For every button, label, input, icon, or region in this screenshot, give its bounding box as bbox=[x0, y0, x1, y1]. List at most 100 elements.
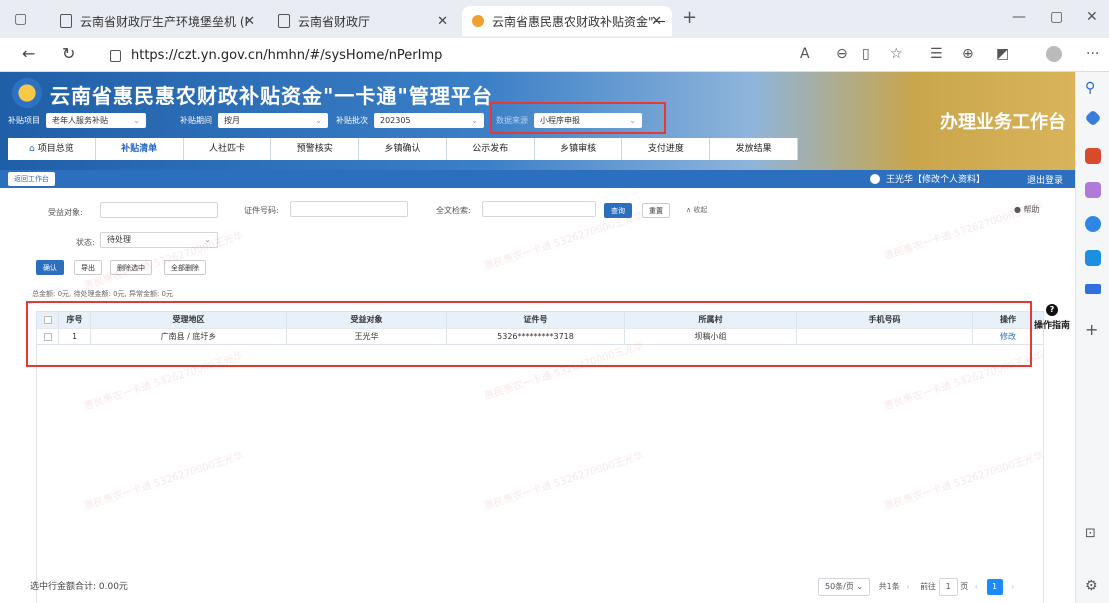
project-filter: 补贴项目 老年人服务补贴 ⌄ bbox=[8, 112, 146, 128]
reset-button[interactable]: 重置 bbox=[642, 203, 670, 218]
app: 云南省惠民惠农财政补贴资金"一卡通"管理平台 办理业务工作台 补贴项目 老年人服… bbox=[0, 72, 1075, 603]
add-icon[interactable]: + bbox=[1085, 320, 1098, 339]
page-input[interactable]: 1 bbox=[938, 578, 958, 596]
outlook-icon[interactable] bbox=[1085, 250, 1101, 266]
id-number-label: 证件号码: bbox=[244, 206, 279, 215]
step-card-match[interactable]: 人社匹卡 bbox=[184, 138, 272, 160]
batch-select[interactable]: 202305 ⌄ bbox=[374, 112, 484, 128]
browser-tab-bar: ▢ 云南省财政厅生产环境堡垒机 (I ✕ 云南省财政厅 ✕ 云南省惠民惠农财政补… bbox=[0, 0, 1109, 38]
goto-label: 前往 bbox=[920, 582, 937, 591]
page-icon bbox=[278, 14, 290, 28]
page-size-value: 50条/页 bbox=[825, 582, 854, 591]
chevron-down-icon: ⌄ bbox=[856, 582, 864, 591]
close-icon[interactable]: ✕ bbox=[244, 14, 255, 29]
period-filter: 补贴期间 按月 ⌄ bbox=[180, 112, 328, 128]
batch-label: 补贴批次 bbox=[336, 115, 368, 125]
chevron-down-icon: ⌄ bbox=[471, 115, 478, 125]
back-icon[interactable]: ← bbox=[22, 44, 35, 63]
question-icon: ? bbox=[1046, 304, 1058, 316]
page-icon bbox=[60, 14, 72, 28]
user-name: 王光华【修改个人资料】 bbox=[886, 175, 986, 185]
close-icon[interactable]: ✕ bbox=[437, 14, 448, 29]
next-page-icon[interactable]: › bbox=[1011, 582, 1014, 591]
workspace-title: 办理业务工作台 bbox=[940, 112, 1066, 133]
status-value: 待处理 bbox=[107, 235, 131, 244]
tag-icon[interactable] bbox=[1084, 109, 1102, 127]
back-to-workspace-button[interactable]: 返回工作台 bbox=[8, 172, 55, 186]
new-tab-icon[interactable]: + bbox=[682, 7, 697, 28]
lock-icon bbox=[110, 50, 121, 62]
more-icon[interactable]: ··· bbox=[1086, 46, 1099, 62]
operation-guide[interactable]: ? 操作指南 bbox=[1034, 304, 1070, 331]
search-icon[interactable]: ⚲ bbox=[1085, 80, 1095, 96]
total-count: 共1条 bbox=[878, 582, 900, 591]
fulltext-input[interactable] bbox=[482, 201, 596, 217]
user-info[interactable]: 王光华【修改个人资料】 bbox=[870, 172, 985, 185]
project-select[interactable]: 老年人服务补贴 ⌄ bbox=[46, 112, 146, 128]
collections-icon[interactable]: ⊕ bbox=[962, 46, 974, 62]
step-subsidy-list[interactable]: 补贴清单 bbox=[96, 138, 184, 160]
zoom-icon[interactable]: ⊖ bbox=[836, 46, 848, 62]
prev-page-icon[interactable]: ‹ bbox=[906, 582, 909, 591]
page-size-select[interactable]: 50条/页 ⌄ bbox=[818, 578, 871, 596]
platform-logo bbox=[12, 78, 42, 108]
prev-icon[interactable]: ‹ bbox=[975, 582, 978, 591]
beneficiary-input[interactable] bbox=[100, 202, 218, 218]
period-select[interactable]: 按月 ⌄ bbox=[218, 112, 328, 128]
url-field[interactable]: https://czt.yn.gov.cn/hmhn/#/sysHome/nPe… bbox=[110, 45, 770, 67]
tab-title: 云南省财政厅 bbox=[298, 14, 371, 29]
collapse-button[interactable]: ∧ 收起 bbox=[680, 203, 714, 218]
step-overview[interactable]: ⌂ 项目总览 bbox=[8, 138, 96, 160]
read-aloud-icon[interactable]: A bbox=[800, 46, 810, 62]
step-payment-progress[interactable]: 支付进度 bbox=[622, 138, 711, 160]
settings-icon[interactable]: ⚙ bbox=[1085, 578, 1098, 594]
fulltext-label: 全文检索: bbox=[436, 206, 471, 215]
batch-value: 202305 bbox=[380, 115, 411, 125]
browser-tab-2[interactable]: 云南省财政厅 ✕ bbox=[268, 6, 458, 36]
project-label: 补贴项目 bbox=[8, 115, 40, 125]
guide-label: 操作指南 bbox=[1034, 321, 1071, 331]
window-close-icon[interactable]: ✕ bbox=[1086, 9, 1098, 25]
amount-summary: 总金额: 0元, 待处理金额: 0元, 异常金额: 0元 bbox=[32, 290, 174, 298]
favorite-icon[interactable]: ☆ bbox=[890, 46, 903, 62]
highlight-box-table bbox=[26, 301, 1032, 367]
favorites-list-icon[interactable]: ☰ bbox=[930, 46, 943, 62]
status-label: 状态: bbox=[76, 238, 95, 247]
beneficiary-label: 受益对象: bbox=[48, 208, 83, 217]
refresh-icon[interactable]: ↻ bbox=[62, 44, 75, 63]
period-label: 补贴期间 bbox=[180, 115, 212, 125]
page-unit: 页 bbox=[960, 582, 969, 591]
step-distribution-result[interactable]: 发放结果 bbox=[710, 138, 799, 160]
chevron-down-icon: ⌄ bbox=[133, 115, 140, 125]
extension-icon[interactable]: ◩ bbox=[996, 46, 1009, 62]
close-icon[interactable]: ✕ bbox=[651, 14, 662, 29]
tab-actions-icon[interactable]: ▢ bbox=[14, 11, 27, 27]
send-icon[interactable] bbox=[1085, 284, 1101, 294]
platform-title: 云南省惠民惠农财政补贴资金"一卡通"管理平台 bbox=[50, 84, 493, 108]
current-page[interactable]: 1 bbox=[986, 579, 1003, 595]
step-township-confirm[interactable]: 乡镇确认 bbox=[359, 138, 447, 160]
screenshot-icon[interactable]: ⊡ bbox=[1085, 526, 1096, 541]
minimize-icon[interactable]: — bbox=[1012, 9, 1026, 25]
browser-tab-3[interactable]: 云南省惠民惠农财政补贴资金"一 ✕ bbox=[462, 6, 672, 36]
people-icon[interactable] bbox=[1085, 182, 1101, 198]
home-icon: ⌂ bbox=[29, 144, 35, 154]
step-publish[interactable]: 公示发布 bbox=[447, 138, 535, 160]
profile-avatar[interactable] bbox=[1046, 46, 1062, 62]
browser-sidebar: ⚲ + ⊡ ⚙ bbox=[1075, 72, 1109, 603]
confirm-button[interactable]: 确认 bbox=[36, 260, 64, 275]
logout-link[interactable]: 退出登录 bbox=[1027, 173, 1063, 186]
step-label: 发放结果 bbox=[735, 144, 772, 154]
workflow-steps: ⌂ 项目总览 补贴清单 人社匹卡 预警核实 乡镇确认 公示发布 乡镇审核 支付进度… bbox=[8, 138, 799, 160]
reader-icon[interactable]: ▯ bbox=[862, 46, 870, 62]
selected-total: 选中行金额合计: 0.00元 bbox=[30, 582, 128, 592]
step-warning-check[interactable]: 预警核实 bbox=[271, 138, 360, 160]
briefcase-icon[interactable] bbox=[1085, 148, 1101, 164]
maximize-icon[interactable]: ▢ bbox=[1050, 9, 1063, 25]
step-label: 补贴清单 bbox=[121, 144, 158, 154]
id-number-input[interactable] bbox=[290, 201, 408, 217]
office-icon[interactable] bbox=[1085, 216, 1101, 232]
step-township-review[interactable]: 乡镇审核 bbox=[535, 138, 623, 160]
project-value: 老年人服务补贴 bbox=[52, 115, 108, 125]
browser-tab-1[interactable]: 云南省财政厅生产环境堡垒机 (I ✕ bbox=[50, 6, 265, 36]
